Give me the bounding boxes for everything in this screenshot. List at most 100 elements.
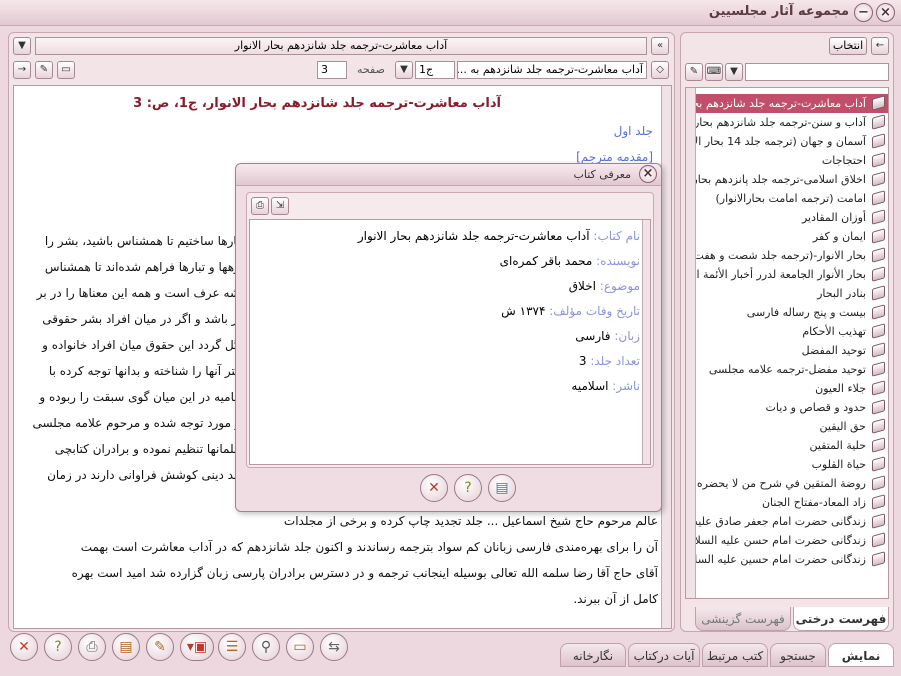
tree-item[interactable]: زندگانی حضرت امام جعفر صادق علیه ا xyxy=(696,512,888,531)
tree-scrollbar[interactable] xyxy=(686,88,696,598)
notes-icon[interactable]: ▤ xyxy=(112,633,140,661)
list-icon[interactable]: ☰ xyxy=(218,633,246,661)
info-row-author: نویسنده: محمد باقر کمره‌ای xyxy=(499,254,640,268)
book-icon xyxy=(872,209,885,225)
book-icon xyxy=(872,494,885,510)
tree-item[interactable]: آداب و سنن-ترجمه جلد شانزدهم بحار الا xyxy=(696,113,888,132)
tab-search[interactable]: جستجو xyxy=(770,643,826,667)
reader-scrollbar[interactable] xyxy=(661,86,671,628)
text-line: گر باشد و اگر در میان افراد بشر حقوقی xyxy=(42,312,244,326)
book-icon xyxy=(872,456,885,472)
keyboard-icon[interactable]: ⌨ xyxy=(705,63,723,81)
next-arrow-icon[interactable]: → xyxy=(13,61,31,79)
search-icon[interactable]: ⚲ xyxy=(252,633,280,661)
tree-item[interactable]: حياة القلوب xyxy=(696,455,888,474)
collapse-icon[interactable]: « xyxy=(651,37,669,55)
tree-item[interactable]: آسمان و جهان (ترجمه جلد 14 بحار الانوا xyxy=(696,132,888,151)
tree-item[interactable]: بحار الأنوار الجامعة لدرر أخبار الأئمة ا xyxy=(696,265,888,284)
tree-item[interactable]: روضة المتقين في شرح من لا يحضره الفق xyxy=(696,474,888,493)
book-icon xyxy=(872,171,885,187)
info-row-subject: موضوع: اخلاق xyxy=(568,279,640,293)
split-view-icon[interactable]: ▭ xyxy=(57,61,75,79)
wrench-icon[interactable]: ✎ xyxy=(685,63,703,81)
tab-display[interactable]: نمایش xyxy=(828,643,894,667)
tree-item[interactable]: تهذیب الأحكام xyxy=(696,322,888,341)
close-window-button[interactable]: × xyxy=(876,3,895,22)
book-info-dialog: معرفی کتاب × ⎙ ⇲ نام کتاب: آداب معاشرت-ت… xyxy=(235,163,662,512)
tree-item[interactable]: حق اليقين xyxy=(696,417,888,436)
tree-item[interactable]: حدود و قصاص و ديات xyxy=(696,398,888,417)
page-heading: آداب معاشرت-ترجمه جلد شانزدهم بحار الانو… xyxy=(133,96,501,111)
bookmark-icon[interactable]: ◇ xyxy=(651,61,669,79)
tree-item[interactable]: ایمان و کفر xyxy=(696,227,888,246)
print-icon[interactable]: ⎙ xyxy=(78,633,106,661)
minimize-button[interactable]: − xyxy=(854,3,873,22)
tree-item[interactable]: بحار الانوار-(ترجمه جلد شصت و هفت xyxy=(696,246,888,265)
book-icon xyxy=(872,532,885,548)
edit-icon[interactable]: ✎ xyxy=(146,633,174,661)
book-icon xyxy=(872,399,885,415)
tree-item[interactable]: زاد المعاد-مفتاح الجنان xyxy=(696,493,888,512)
dialog-close-icon[interactable]: ✕ xyxy=(420,474,448,502)
tree-item[interactable]: اخلاق اسلامی-ترجمه جلد پانزدهم بحار xyxy=(696,170,888,189)
volume-input[interactable]: ج1 xyxy=(415,61,455,79)
window-title: مجموعه آثار مجلسیین xyxy=(708,4,849,19)
help-icon[interactable]: ? xyxy=(44,633,72,661)
back-arrow-icon[interactable]: ← xyxy=(871,37,889,55)
tab-tree-index[interactable]: فهرست درختی xyxy=(793,607,889,631)
tree-item[interactable]: حلية المتقين xyxy=(696,436,888,455)
text-line: بهتر آنها را شناخته و بدانها توجه کرده ب… xyxy=(48,364,244,378)
info-scrollbar[interactable] xyxy=(642,220,650,464)
page-dropdown-icon[interactable]: ▼ xyxy=(395,61,413,79)
settings-wrench-icon[interactable]: ✎ xyxy=(35,61,53,79)
info-row-publisher: ناشر: اسلامیه xyxy=(571,379,640,393)
search-dropdown-icon[interactable]: ▼ xyxy=(725,63,743,81)
book-select[interactable]: آداب معاشرت-ترجمه جلد شانزدهم به ... xyxy=(457,61,647,79)
select-button[interactable]: انتخاب xyxy=(829,37,867,55)
book-icon[interactable]: ▤ xyxy=(488,474,516,502)
book-icon xyxy=(872,342,885,358)
book-icon xyxy=(872,437,885,453)
text-line: یشه عرف است و همه این معناها را در بر xyxy=(36,286,244,300)
book-icon xyxy=(872,361,885,377)
compare-icon[interactable]: ⇆ xyxy=(320,633,348,661)
page-input[interactable]: 3 xyxy=(317,61,347,79)
tab-verses[interactable]: آیات درکتاب xyxy=(628,643,700,667)
tree-item[interactable]: توحید المفضل xyxy=(696,341,888,360)
tree-item[interactable]: بیست و پنج رساله فارسی xyxy=(696,303,888,322)
tab-selective-index[interactable]: فهرست گزینشی xyxy=(695,607,791,631)
partial-text-block: تبارها ساختیم تا همشناس باشید، بشر را یر… xyxy=(14,228,244,488)
help-icon[interactable]: ? xyxy=(454,474,482,502)
tree-item[interactable]: امامت (ترجمه امامت بحارالانوار) xyxy=(696,189,888,208)
book-icon xyxy=(872,228,885,244)
dialog-close-button[interactable]: × xyxy=(639,165,657,183)
open-book-icon[interactable]: ▭ xyxy=(286,633,314,661)
text-line: یرهها و تبارها فراهم شده‌اند تا همشناس xyxy=(44,260,244,274)
tree-item[interactable]: زندگانی حضرت امام حسین علیه السلام xyxy=(696,550,888,569)
tab-related-books[interactable]: کتب مرتبط xyxy=(702,643,768,667)
tree-item[interactable]: أوزان المقادير xyxy=(696,208,888,227)
add-note-icon[interactable]: ▾▣ xyxy=(180,633,214,661)
tree-item[interactable]: زندگانی حضرت امام حسن علیه السلام xyxy=(696,531,888,550)
book-icon xyxy=(872,380,885,396)
sidebar-search-input[interactable] xyxy=(745,63,889,81)
export-icon[interactable]: ⇲ xyxy=(271,197,289,215)
tree-item[interactable]: آداب معاشرت-ترجمه جلد شانزدهم بحار xyxy=(696,94,888,113)
tab-gallery[interactable]: نگارخانه xyxy=(560,643,626,667)
book-icon xyxy=(872,323,885,339)
preface-link[interactable]: [مقدمه مترجم] xyxy=(576,150,653,164)
volume-link[interactable]: جلد اول xyxy=(614,124,653,138)
text-line: آقای حاج آقا رضا سلمه الله تعالی بوسیله … xyxy=(71,566,658,580)
text-line: کامل از آن ببرند. xyxy=(573,592,658,606)
dropdown-arrow-icon[interactable]: ▼ xyxy=(13,37,31,55)
close-icon[interactable]: ✕ xyxy=(10,633,38,661)
tree-item[interactable]: بنادر البحار xyxy=(696,284,888,303)
tree-item[interactable]: جلاء العيون xyxy=(696,379,888,398)
tree-item[interactable]: توحید مفضل-ترجمه علامه مجلسی xyxy=(696,360,888,379)
bottom-toolbar: ✕ ? ⎙ ▤ ✎ ▾▣ ☰ ⚲ ▭ ⇆ xyxy=(8,633,353,663)
info-row-volumes: تعداد جلد: 3 xyxy=(578,354,640,368)
text-line: امامیه در این میان گوی سبقت را ربوده و xyxy=(39,390,244,404)
book-icon xyxy=(872,152,885,168)
print-icon[interactable]: ⎙ xyxy=(251,197,269,215)
tree-item[interactable]: احتجاجات xyxy=(696,151,888,170)
